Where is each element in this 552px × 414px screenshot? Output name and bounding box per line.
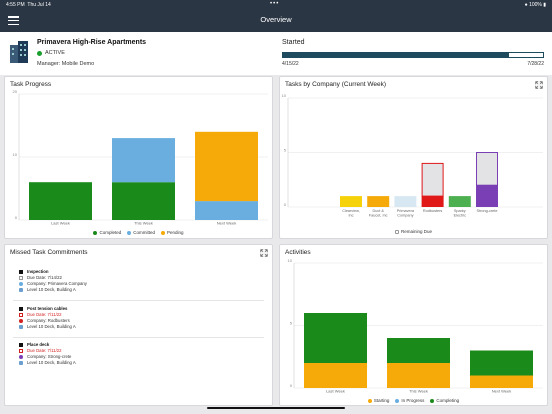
y-tick-label: 10	[13, 152, 18, 157]
missed-item-location: Level 10 Deck, Building A	[19, 324, 76, 330]
bar-segment	[195, 201, 258, 220]
y-tick-label: 10	[288, 258, 293, 263]
multitask-dots-icon[interactable]: •••	[270, 1, 279, 7]
expand-icon[interactable]	[260, 249, 268, 257]
activities-chart: 0 5 10 Last Week This Week Next Week	[288, 258, 543, 394]
bar-segment	[470, 375, 533, 388]
bar	[367, 196, 390, 207]
building-icon	[10, 41, 28, 63]
legend-pending: Pending	[161, 230, 184, 235]
x-tick-label: Last Week	[51, 221, 70, 226]
x-tick-label: Duct &	[372, 209, 384, 213]
x-tick-label: Next Week	[217, 221, 237, 226]
missed-item-location: Level 10 Deck, Building A	[19, 360, 76, 366]
x-tick-label: Company	[397, 214, 413, 218]
battery-label: 100%	[529, 2, 542, 8]
legend-committed: Committed	[127, 230, 155, 235]
x-tick-label: Inc	[348, 214, 353, 218]
x-tick-label: Last Week	[326, 389, 345, 394]
y-tick-label: 0	[290, 383, 293, 388]
project-header: Primavera High-Rise Apartments ACTIVE Ma…	[0, 32, 552, 75]
started-label: Started	[282, 39, 305, 46]
active-status-dot	[37, 50, 42, 56]
bar-segment	[304, 363, 367, 388]
task-progress-legend: Completed Committed Pending	[5, 230, 272, 235]
bar	[476, 185, 498, 207]
x-tick-label: Clearview,	[342, 209, 360, 213]
company-dot-icon	[19, 355, 23, 359]
tasks-by-company-chart: 0 5 10 Clearview,Inc Duct &Faucet, Inc Primav…	[282, 93, 543, 218]
legend-completing: Completing	[430, 398, 459, 403]
missed-item[interactable]: Inspection Due Date: 7/14/22 Company: Pr…	[19, 269, 87, 293]
missed-commitments-title: Missed Task Commitments	[10, 249, 88, 256]
status-time: 4:55 PM Thu Jul 14	[6, 2, 51, 8]
missed-item-location: Level 10 Deck, Building A	[19, 287, 87, 293]
tasks-by-company-card: Tasks by Company (Current Week) 0 5 10 Clea…	[279, 76, 548, 239]
home-indicator[interactable]	[207, 407, 345, 409]
navigation-bar: Overview	[0, 9, 552, 32]
calendar-icon	[19, 276, 23, 280]
missed-commitments-card: Missed Task Commitments Inspection Due D…	[4, 244, 273, 406]
x-tick-label: Electric	[454, 214, 467, 218]
x-tick-label: Next Week	[492, 389, 512, 394]
location-tag-icon	[19, 361, 23, 365]
bar-segment	[112, 182, 175, 220]
project-manager: Manager: Mobile Demo	[37, 61, 95, 67]
tasks-by-company-legend: Remaining Due	[280, 229, 547, 234]
y-tick-label: 0	[15, 215, 18, 220]
bar-segment	[387, 363, 450, 388]
project-status: ACTIVE	[37, 50, 65, 56]
calendar-icon	[19, 349, 23, 353]
start-date: 4/15/22	[282, 61, 299, 67]
x-tick-label: This Week	[409, 389, 428, 394]
x-tick-label: Primavera	[397, 209, 415, 213]
calendar-icon	[19, 313, 23, 317]
bar	[421, 196, 444, 207]
page-title: Overview	[260, 15, 292, 24]
x-tick-label: This Week	[134, 221, 153, 226]
remaining-due-bar	[421, 162, 444, 197]
bar-segment	[29, 182, 92, 220]
y-tick-label: 5	[290, 321, 293, 326]
bar	[340, 196, 362, 207]
task-progress-card: Task Progress 0 10 20 Last Week This Week Nex…	[4, 76, 273, 239]
x-tick-label: Rodbusters	[423, 209, 443, 213]
bar	[394, 196, 417, 207]
bar-segment	[470, 350, 533, 376]
activities-card: Activities 0 5 10 Last Week This Week Next We…	[279, 244, 548, 406]
schedule-progress-bar	[282, 52, 544, 58]
bar-segment	[304, 313, 367, 363]
y-tick-label: 5	[284, 148, 287, 153]
project-name: Primavera High-Rise Apartments	[37, 39, 147, 46]
bar-segment	[387, 338, 450, 363]
x-tick-label: Faucet, Inc	[369, 214, 388, 218]
location-tag-icon	[19, 325, 23, 329]
y-tick-label: 20	[13, 89, 18, 94]
missed-item[interactable]: Place deck Due Date: 7/11/22 Company: St…	[19, 342, 76, 366]
divider	[13, 300, 264, 301]
company-dot-icon	[19, 319, 23, 323]
bar-segment	[195, 131, 258, 202]
status-bar: 4:55 PM Thu Jul 14 ••• ● 100% ▮	[0, 0, 552, 9]
y-tick-label: 0	[284, 202, 287, 207]
status-right: ● 100% ▮	[524, 2, 546, 8]
schedule-progress-fill	[283, 53, 510, 57]
x-tick-label: Strong-crete	[477, 209, 498, 213]
y-tick-label: 10	[282, 93, 287, 98]
legend-remaining-due: Remaining Due	[394, 229, 432, 234]
bar-segment	[112, 138, 175, 183]
legend-in-progress: In Progress	[395, 398, 424, 403]
missed-item[interactable]: Post tension cables Due Date: 7/11/22 Co…	[19, 306, 76, 330]
legend-completed: Completed	[93, 230, 121, 235]
task-progress-chart: 0 10 20 Last Week This Week Next Week	[13, 89, 268, 226]
end-date: 7/28/22	[527, 61, 544, 67]
legend-starting: Starting	[367, 398, 389, 403]
company-dot-icon	[19, 282, 23, 286]
location-tag-icon	[19, 288, 23, 292]
activities-legend: Starting In Progress Completing	[280, 398, 547, 403]
divider	[13, 337, 264, 338]
bar	[448, 196, 471, 207]
remaining-due-bar	[476, 152, 498, 186]
x-tick-label: Sparky	[454, 209, 466, 213]
